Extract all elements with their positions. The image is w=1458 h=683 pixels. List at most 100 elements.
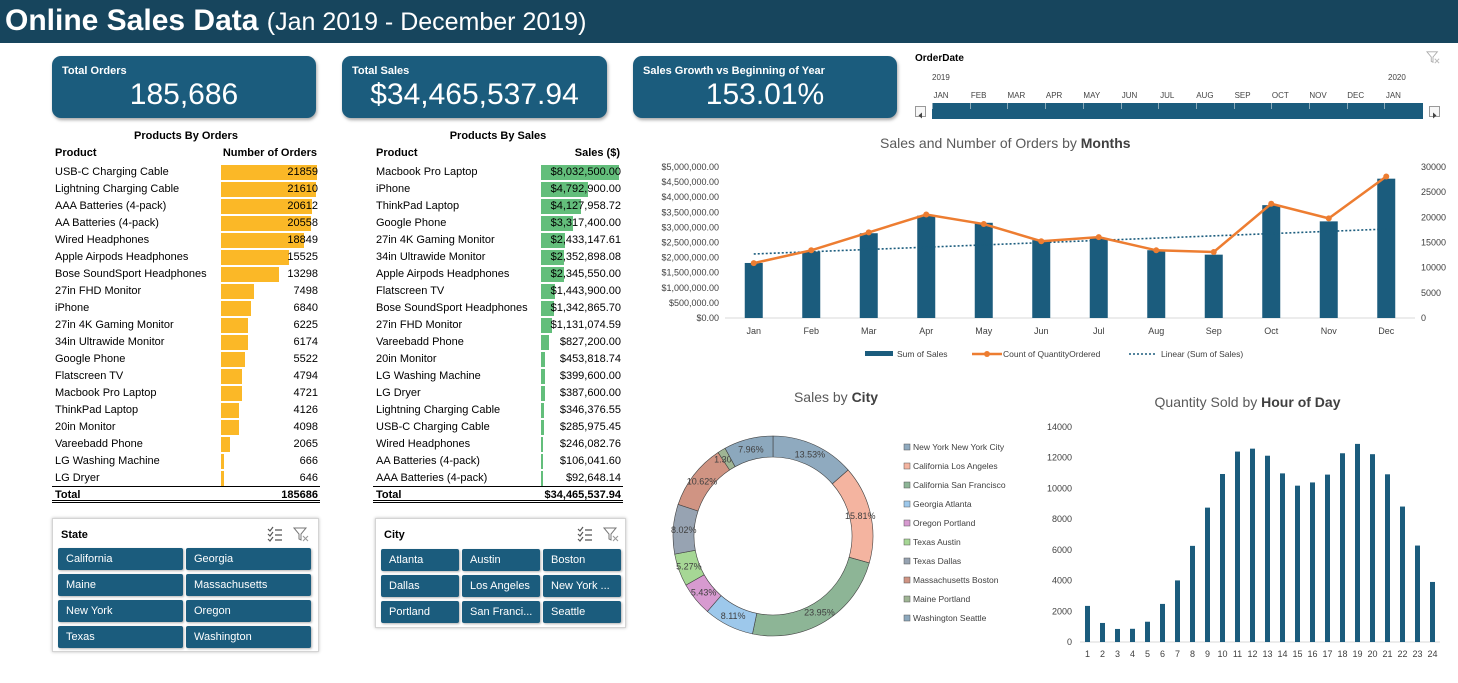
product-value: $827,200.00 (559, 336, 621, 348)
x-tick-label: Jan (746, 326, 761, 336)
product-value: 4721 (293, 387, 318, 399)
kpi-sales-growth: Sales Growth vs Beginning of Year 153.01… (633, 56, 897, 118)
table-row: 20in Monitor $453,818.74 (373, 351, 623, 368)
multi-select-icon[interactable] (267, 526, 283, 542)
product-value: $2,345,550.00 (550, 268, 621, 280)
legend-label: Count of QuantityOrdered (1003, 349, 1101, 359)
product-name: Lightning Charging Cable (376, 404, 501, 416)
sales-bar (802, 251, 821, 318)
slicer-item-texas[interactable]: Texas (58, 626, 183, 648)
slicer-item-portland[interactable]: Portland (381, 601, 459, 623)
product-value: $246,082.76 (559, 438, 621, 450)
sales-bar (1089, 238, 1108, 318)
table-row: Google Phone 5522 (52, 351, 320, 368)
table-header: Product Sales ($) (373, 147, 623, 160)
hour-bar (1235, 451, 1240, 642)
slicer-item-massachusetts[interactable]: Massachusetts (186, 574, 311, 596)
sales-bar (1032, 240, 1051, 318)
quantity-by-hour-chart: 020004000600080001000012000140001 2 3 4 5 6 7 8… (1047, 422, 1440, 659)
table-row: Lightning Charging Cable $346,376.55 (373, 402, 623, 419)
data-bar (541, 386, 545, 401)
y-left-tick-label: $4,000,000.00 (661, 192, 719, 202)
product-value: 7498 (293, 285, 318, 297)
table-row: 34in Ultrawide Monitor $2,352,898.08 (373, 249, 623, 266)
data-bar (221, 386, 242, 401)
hour-bar (1415, 545, 1420, 642)
y-tick-label: 0 (1067, 637, 1072, 647)
kpi-label: Total Orders (62, 65, 127, 77)
timeline-month-label: MAY (1083, 91, 1101, 100)
clear-filter-icon[interactable] (603, 526, 619, 542)
product-name: Google Phone (376, 217, 447, 229)
x-tick-label: Sep (1206, 326, 1222, 336)
y-right-tick-label: 15000 (1421, 238, 1446, 248)
clear-filter-icon[interactable] (293, 526, 309, 542)
table-row: ThinkPad Laptop $4,127,958.72 (373, 198, 623, 215)
orders-point (865, 229, 872, 236)
timeline-month-label: JAN (933, 91, 949, 100)
product-value: $285,975.45 (559, 421, 621, 433)
hour-bar (1400, 506, 1405, 642)
timeline-selection-bar[interactable] (932, 103, 1423, 119)
kpi-total-sales: Total Sales $34,465,537.94 (342, 56, 607, 118)
slice-label: 10.62% (687, 476, 718, 486)
slicer-item-new-york[interactable]: New York ... (543, 575, 621, 597)
product-value: $106,041.60 (559, 455, 621, 467)
slicer-item-los-angeles[interactable]: Los Angeles (462, 575, 540, 597)
x-tick-label: 4 (1130, 649, 1135, 659)
slicer-item-san-franci[interactable]: San Franci... (462, 601, 540, 623)
slicer-item-boston[interactable]: Boston (543, 549, 621, 571)
product-name: 20in Monitor (376, 353, 437, 365)
slicer-item-new-york[interactable]: New York (58, 600, 183, 622)
kpi-label: Sales Growth vs Beginning of Year (643, 65, 825, 77)
multi-select-icon[interactable] (577, 526, 593, 542)
data-bar (541, 471, 543, 486)
timeline-tick (1195, 103, 1197, 109)
product-name: AAA Batteries (4-pack) (376, 472, 488, 484)
timeline-month-label: JUN (1121, 91, 1138, 100)
legend-swatch (903, 614, 911, 622)
data-bar (541, 369, 545, 384)
product-value: 6174 (293, 336, 318, 348)
x-tick-label: Dec (1378, 326, 1395, 336)
slice-label: 13.53% (795, 449, 826, 459)
sales-bar (917, 215, 936, 318)
table-row: LG Washing Machine 666 (52, 453, 320, 470)
hour-bar (1115, 628, 1120, 642)
table-title: Products By Orders (134, 130, 238, 142)
x-tick-label: Jun (1034, 326, 1049, 336)
x-tick-label: 8 (1190, 649, 1195, 659)
slicer-item-dallas[interactable]: Dallas (381, 575, 459, 597)
product-value: $4,792,900.00 (550, 183, 621, 195)
table-row: Wired Headphones 18849 (52, 232, 320, 249)
timeline-scroll-left[interactable] (915, 106, 926, 119)
product-name: AA Batteries (4-pack) (55, 217, 159, 229)
product-name: ThinkPad Laptop (376, 200, 460, 212)
product-value: 13298 (287, 268, 318, 280)
product-name: ThinkPad Laptop (55, 404, 139, 416)
slicer-item-washington[interactable]: Washington (186, 626, 311, 648)
y-right-tick-label: 5000 (1421, 288, 1441, 298)
table-row: LG Washing Machine $399,600.00 (373, 368, 623, 385)
table-row: ThinkPad Laptop 4126 (52, 402, 320, 419)
title-bar: Online Sales Data (Jan 2019 - December 2… (0, 0, 1458, 43)
legend-label: California San Francisco (913, 480, 1006, 490)
timeline-scroll-right[interactable] (1429, 106, 1440, 119)
chart-title-bold: Hour of Day (1261, 394, 1341, 410)
total-value: 185686 (281, 489, 318, 501)
sales-bar (1377, 178, 1396, 318)
clear-filter-icon[interactable] (1426, 50, 1440, 64)
product-value: $2,352,898.08 (550, 251, 621, 263)
slicer-item-california[interactable]: California (58, 548, 183, 570)
slicer-item-seattle[interactable]: Seattle (543, 601, 621, 623)
product-name: Apple Airpods Headphones (55, 251, 189, 263)
slicer-item-georgia[interactable]: Georgia (186, 548, 311, 570)
slicer-item-maine[interactable]: Maine (58, 574, 183, 596)
table-row: Flatscreen TV $1,443,900.00 (373, 283, 623, 300)
slicer-item-oregon[interactable]: Oregon (186, 600, 311, 622)
slicer-item-austin[interactable]: Austin (462, 549, 540, 571)
x-tick-label: 16 (1307, 649, 1317, 659)
table-row: Flatscreen TV 4794 (52, 368, 320, 385)
slicer-item-atlanta[interactable]: Atlanta (381, 549, 459, 571)
x-tick-label: 1 (1085, 649, 1090, 659)
